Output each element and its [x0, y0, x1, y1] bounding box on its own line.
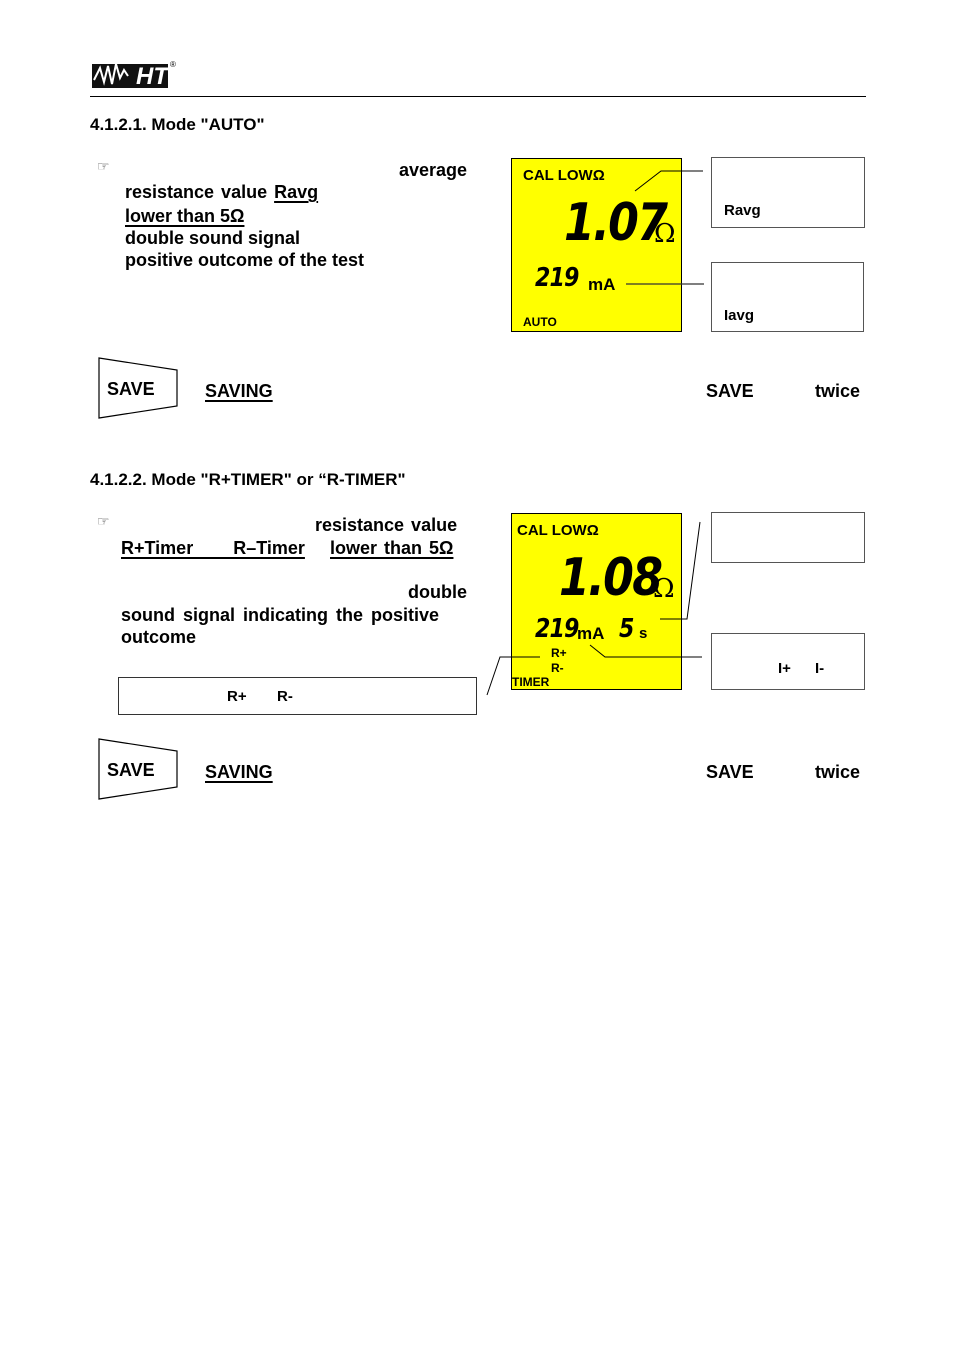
saving-link[interactable]: SAVING [205, 380, 273, 402]
twice-word: twice [815, 762, 861, 782]
para2-line3: double [408, 582, 467, 602]
registered-mark: ® [170, 60, 176, 69]
lcd-resistance-value: 1.07 [564, 193, 668, 253]
lcd-mode-label: CAL LOWΩ [523, 167, 605, 184]
callout-i-minus: I- [815, 660, 825, 677]
lcd-current-value: 219 [535, 614, 579, 644]
lcd-resistance-unit: Ω [653, 574, 675, 604]
para1-line2-text: resistance value [125, 182, 275, 202]
terminal-note-box: R+ R- [118, 677, 477, 715]
lcd-display-timer: CAL LOWΩ 1.08 Ω 219 mA 5 s R+ R- TIMER [511, 513, 682, 690]
para2-r-timer-terms: R+Timer R–Timer [121, 538, 305, 558]
saving-link[interactable]: SAVING [205, 761, 273, 783]
save-key-label[interactable]: SAVE [107, 759, 155, 781]
lcd-r-plus: R+ [551, 646, 567, 660]
callout-box-current: I+ I- [711, 633, 865, 690]
lcd-time-unit: s [639, 625, 648, 642]
terminal-r-plus: R+ [227, 688, 247, 705]
ravg-term: Ravg [274, 182, 319, 202]
para2-line1: resistance value [315, 515, 458, 535]
ht-logo: HT ® [92, 60, 176, 90]
para2-line5: outcome [121, 627, 197, 647]
callout-box-iavg: Iavg [711, 262, 864, 332]
lcd-time-value: 5 [619, 614, 634, 644]
para1-line1: average [399, 160, 468, 180]
callout-box-resistance [711, 512, 865, 563]
save-key-label[interactable]: SAVE [107, 378, 155, 400]
pointing-hand-icon: ☞ [97, 513, 110, 529]
lcd-r-minus: R- [551, 661, 564, 675]
lcd-current-value: 219 [535, 263, 579, 293]
para2-line4: sound signal indicating the positive [121, 605, 440, 625]
callout-i-plus: I+ [778, 660, 791, 677]
callout-ravg-label: Ravg [724, 202, 761, 219]
callout-box-ravg: Ravg [711, 157, 865, 228]
save-word: SAVE [706, 762, 754, 782]
para1-line3: lower than 5Ω [125, 206, 245, 226]
logo-text: HT [136, 63, 168, 90]
lcd-footer-label: TIMER [512, 675, 550, 689]
para1-line5: positive outcome of the test [125, 250, 365, 270]
lcd-display-auto: CAL LOWΩ 1.07 Ω 219 mA AUTO [511, 158, 682, 332]
para2-lower-than: lower than 5Ω [330, 538, 454, 558]
lcd-mode-label: CAL LOWΩ [517, 522, 599, 539]
save-word: SAVE [706, 381, 754, 401]
section-heading-timer: 4.1.2.2. Mode "R+TIMER" or “R-TIMER" [90, 470, 406, 489]
para1-line2: resistance value Ravg [125, 181, 318, 203]
header-rule [90, 96, 866, 97]
lcd-current-unit: mA [577, 624, 605, 643]
lcd-resistance-value: 1.08 [559, 548, 663, 608]
terminal-r-minus: R- [277, 688, 293, 705]
lcd-current-unit: mA [588, 275, 616, 294]
section-heading-auto: 4.1.2.1. Mode "AUTO" [90, 115, 265, 134]
callout-iavg-label: Iavg [724, 307, 755, 324]
lcd-footer-label: AUTO [523, 315, 557, 329]
para1-line4: double sound signal [125, 228, 300, 248]
twice-word: twice [815, 381, 861, 401]
lcd-resistance-unit: Ω [654, 219, 676, 249]
pointing-hand-icon: ☞ [97, 158, 110, 174]
